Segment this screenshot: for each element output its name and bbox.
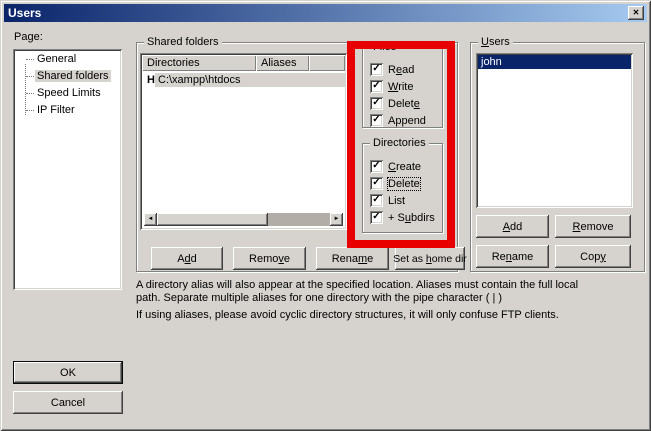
checkbox-row-list: ✓ List [370,194,405,207]
tree-item-label: Speed Limits [35,87,103,99]
set-as-home-dir-button[interactable]: Set as home dir [395,247,465,270]
read-checkbox[interactable]: ✓ [370,63,383,76]
delete-dir-label: Delete [388,178,420,190]
rename-user-button[interactable]: Rename [476,245,549,268]
subdirs-checkbox[interactable]: ✓ [370,211,383,224]
delete-file-checkbox[interactable]: ✓ [370,97,383,110]
tree-item-general[interactable]: General [15,51,120,68]
checkbox-row-delete-file: ✓ Delete [370,97,420,110]
delete-dir-checkbox[interactable]: ✓ [370,177,383,190]
user-list-item[interactable]: john [478,55,631,69]
close-icon[interactable]: ✕ [628,6,644,20]
column-header-directories[interactable]: Directories [142,55,256,71]
users-listbox-inner: john [478,55,631,206]
directories-group-label: Directories [370,137,429,149]
cyclic-note: If using aliases, please avoid cyclic di… [136,309,559,321]
scrollbar-track[interactable] [268,213,330,226]
add-user-button[interactable]: Add [476,215,549,238]
append-label: Append [388,115,426,127]
copy-user-button[interactable]: Copy [555,245,631,268]
cancel-button[interactable]: Cancel [13,391,123,414]
checkbox-row-delete-dir: ✓ Delete [370,177,420,190]
shared-folders-listview[interactable]: Directories Aliases H C:\xampp\htdocs ◄ … [140,53,347,230]
list-label: List [388,195,405,207]
directory-path: C:\xampp\htdocs [155,73,345,87]
read-label: Read [388,64,414,76]
home-dir-marker: H [142,73,155,87]
checkbox-row-subdirs: ✓ + Subdirs [370,211,435,224]
checkbox-row-append: ✓ Append [370,114,426,127]
ok-button[interactable]: OK [13,361,123,384]
horizontal-scrollbar[interactable]: ◄ ► [144,213,343,226]
append-checkbox[interactable]: ✓ [370,114,383,127]
write-label: Write [388,81,413,93]
tree-item-speed-limits[interactable]: Speed Limits [15,85,120,102]
tree-item-shared-folders[interactable]: Shared folders [15,68,120,85]
users-dialog: Users ✕ Page: General Shared folders Spe… [0,0,651,431]
rename-folder-button[interactable]: Rename [316,247,389,270]
scrollbar-thumb[interactable] [157,213,268,226]
users-listbox[interactable]: john [476,53,633,208]
list-checkbox[interactable]: ✓ [370,194,383,207]
create-checkbox[interactable]: ✓ [370,160,383,173]
column-header-aliases[interactable]: Aliases [256,55,309,71]
title-bar[interactable]: Users ✕ [4,4,647,22]
tree-item-label: IP Filter [35,104,77,116]
users-group-label: Users [478,36,513,48]
checkbox-row-write: ✓ Write [370,80,413,93]
write-checkbox[interactable]: ✓ [370,80,383,93]
create-label: Create [388,161,421,173]
checkbox-row-create: ✓ Create [370,160,421,173]
directory-row[interactable]: H C:\xampp\htdocs [142,73,345,87]
listview-header: Directories Aliases [142,55,345,71]
page-label: Page: [14,31,43,43]
tree-item-label: General [35,53,78,65]
column-header-filler [309,55,345,71]
remove-user-button[interactable]: Remove [555,215,631,238]
window-title: Users [4,6,41,20]
page-tree[interactable]: General Shared folders Speed Limits IP F… [13,49,122,290]
scroll-left-icon[interactable]: ◄ [144,213,157,226]
tree-item-ip-filter[interactable]: IP Filter [15,102,120,119]
remove-folder-button[interactable]: Remove [233,247,306,270]
alias-note-line1: A directory alias will also appear at th… [136,279,578,291]
page-tree-inner: General Shared folders Speed Limits IP F… [15,51,120,288]
tree-item-label: Shared folders [35,70,111,82]
directories-permissions-group: Directories ✓ Create ✓ Delete ✓ List ✓ +… [362,143,443,233]
checkbox-row-read: ✓ Read [370,63,414,76]
listview-inner: Directories Aliases H C:\xampp\htdocs ◄ … [142,55,345,228]
alias-note-line2: path. Separate multiple aliases for one … [136,292,502,304]
files-group-label: Files [370,41,399,53]
subdirs-label: + Subdirs [388,212,435,224]
scroll-right-icon[interactable]: ► [330,213,343,226]
add-folder-button[interactable]: Add [151,247,223,270]
delete-file-label: Delete [388,98,420,110]
files-permissions-group: Files ✓ Read ✓ Write ✓ Delete ✓ Append [362,47,443,128]
shared-folders-group-label: Shared folders [144,36,222,48]
